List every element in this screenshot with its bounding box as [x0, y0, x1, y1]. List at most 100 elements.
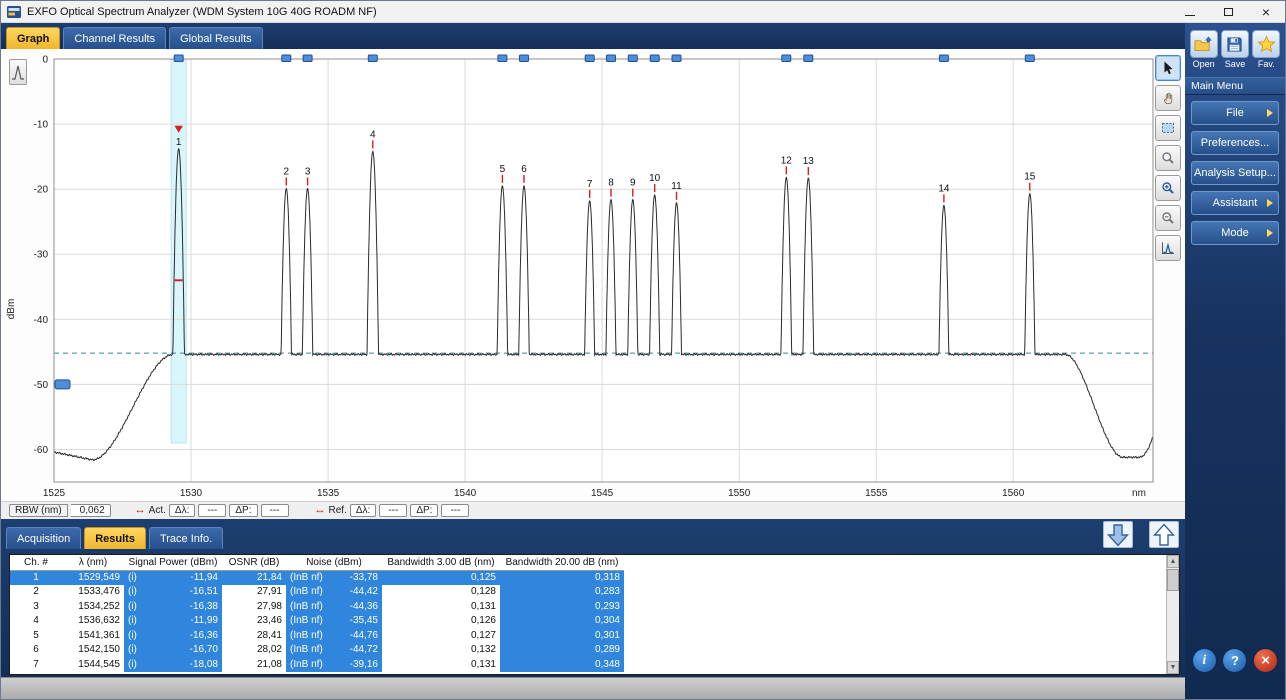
level-marker-icon[interactable] — [54, 379, 71, 390]
cell-osnr-db: 28,41 — [256, 629, 282, 641]
pan-tool-button[interactable] — [1155, 85, 1181, 111]
table-row-5[interactable]: 5 1541,361 (i) -16,36 28,41 (InB nf) -44,76 0,1… — [10, 628, 624, 643]
menu-item-label: Analysis Setup... — [1194, 167, 1276, 179]
window-controls: × — [1171, 1, 1285, 23]
zoom-window-tool-button[interactable] — [1155, 145, 1181, 171]
cursor-tool-button[interactable] — [1155, 55, 1181, 81]
channel-marker-icon[interactable] — [671, 54, 682, 62]
zoom-area-tool-button[interactable] — [1155, 115, 1181, 141]
channel-marker-icon[interactable] — [803, 54, 814, 62]
col-header-ch: Ch. # — [10, 555, 62, 571]
trace-preview-button[interactable] — [9, 59, 27, 85]
auto-scale-tool-button[interactable] — [1155, 235, 1181, 261]
channel-marker-icon[interactable] — [781, 54, 792, 62]
tab-global-results[interactable]: Global Results — [169, 27, 263, 49]
tab-trace-info[interactable]: Trace Info. — [148, 527, 224, 549]
peak-label: 12 — [781, 155, 793, 166]
cell-osnr-db: 27,98 — [256, 600, 282, 612]
table-row-7[interactable]: 7 1544,545 (i) -18,08 21,08 (InB nf) -39,16 0,1… — [10, 657, 624, 672]
channel-marker-icon[interactable] — [281, 54, 292, 62]
table-row-3[interactable]: 3 1534,252 (i) -16,38 27,98 (InB nf) -44,36 0,1… — [10, 599, 624, 614]
peak-label: 7 — [587, 179, 593, 190]
act-delta-p-label: ΔP: — [229, 504, 258, 517]
scroll-down-button[interactable]: ▼ — [1167, 661, 1179, 674]
menu-item-assistant[interactable]: Assistant — [1191, 191, 1279, 215]
peak-label: 6 — [521, 164, 527, 175]
scroll-up-button[interactable]: ▲ — [1167, 555, 1179, 568]
minimize-button[interactable] — [1171, 1, 1209, 23]
cell-nm: 1542,150 — [78, 644, 120, 656]
menu-item-label: Assistant — [1212, 197, 1258, 209]
menu-item-analysis-setup[interactable]: Analysis Setup... — [1191, 161, 1279, 185]
rbw-value[interactable]: 0,062 — [70, 504, 111, 517]
zoom-out-tool-button[interactable] — [1155, 205, 1181, 231]
menu-item-label: File — [1226, 107, 1244, 119]
close-button[interactable]: × — [1247, 1, 1285, 23]
channel-marker-icon[interactable] — [302, 54, 313, 62]
col-header-bandwidth-3-00-db-nm: Bandwidth 3.00 dB (nm) — [382, 555, 500, 571]
cell-osnr-db: 23,46 — [256, 615, 282, 627]
channel-marker-icon[interactable] — [497, 54, 508, 62]
x-tick-label: 1525 — [43, 488, 66, 499]
menu-item-preferences[interactable]: Preferences... — [1191, 131, 1279, 155]
channel-marker-icon[interactable] — [519, 54, 529, 62]
table-row-4[interactable]: 4 1536,632 (i) -11,99 23,46 (InB nf) -35,45 0,1… — [10, 613, 624, 628]
quick-buttons: Open Save Fav. — [1185, 23, 1285, 72]
main-menu-header: Main Menu — [1185, 77, 1285, 95]
table-header-row: Ch. # λ (nm) Signal Power (dBm) OSNR (dB) No… — [10, 555, 624, 571]
save-tile[interactable] — [1220, 30, 1249, 58]
selected-peak-dash-icon — [174, 279, 183, 282]
channel-marker-icon[interactable] — [606, 54, 616, 62]
open-tile[interactable] — [1189, 30, 1218, 58]
exit-button[interactable]: × — [1253, 648, 1279, 673]
table-row-1[interactable]: 1 1529,549 (i) -11,94 21,84 (InB nf) -33,78 0,1… — [10, 570, 624, 585]
peak-label: 3 — [305, 167, 311, 178]
maximize-button[interactable] — [1209, 1, 1247, 23]
channel-marker-icon[interactable] — [938, 54, 949, 62]
cell-nm: 1529,549 — [62, 570, 124, 585]
expand-down-button[interactable] — [1103, 521, 1133, 548]
cell-ch: 6 — [33, 644, 39, 656]
channel-marker-icon[interactable] — [1024, 54, 1035, 62]
table-scrollbar[interactable]: ▲ ▼ — [1166, 555, 1179, 674]
expand-up-button[interactable] — [1149, 521, 1179, 548]
x-tick-label: 1560 — [1002, 488, 1025, 499]
menu-item-file[interactable]: File — [1191, 101, 1279, 125]
save-button[interactable]: Save — [1220, 30, 1249, 69]
open-button[interactable]: Open — [1189, 30, 1218, 69]
table-row-6[interactable]: 6 1542,150 (i) -16,70 28,02 (InB nf) -44,72 0,1… — [10, 642, 624, 657]
scrollbar-thumb[interactable] — [1167, 569, 1179, 591]
cell-bandwidth-20-00-db-nm: 0,318 — [500, 570, 624, 585]
cell-bandwidth-20-00-db-nm: 0,289 — [500, 642, 624, 657]
zoom-in-tool-button[interactable] — [1155, 175, 1181, 201]
hand-icon — [1163, 92, 1173, 104]
info-button[interactable]: i — [1191, 648, 1217, 673]
ref-arrows-icon: ↔ — [314, 504, 326, 516]
favorites-button[interactable]: Fav. — [1252, 30, 1281, 69]
favorites-tile[interactable] — [1252, 30, 1281, 58]
results-table[interactable]: Ch. # λ (nm) Signal Power (dBm) OSNR (dB) No… — [10, 555, 624, 672]
spectrum-chart[interactable]: 12 345 67 8 9 101112 1314151525 1530 1535 1540 154… — [1, 49, 1187, 501]
results-table-panel: Ch. # λ (nm) Signal Power (dBm) OSNR (dB) No… — [9, 554, 1180, 675]
plot-area[interactable] — [54, 59, 1153, 482]
app-icon — [7, 5, 21, 18]
channel-marker-icon[interactable] — [367, 54, 378, 62]
y-tick-label: -10 — [34, 120, 49, 131]
cell-osnr-db: 28,02 — [256, 644, 282, 656]
tab-channel-results[interactable]: Channel Results — [63, 27, 167, 49]
channel-marker-icon[interactable] — [584, 54, 595, 62]
tab-graph[interactable]: Graph — [6, 27, 61, 49]
menu-item-mode[interactable]: Mode — [1191, 221, 1279, 245]
channel-marker-icon[interactable] — [627, 54, 638, 62]
channel-marker-icon[interactable] — [649, 54, 660, 62]
tab-acquisition[interactable]: Acquisition — [6, 527, 82, 549]
table-row-2[interactable]: 2 1533,476 (i) -16,51 27,91 (InB nf) -44,42 0,1… — [10, 584, 624, 599]
col-header-osnr-db: OSNR (dB) — [222, 555, 286, 571]
tab-results[interactable]: Results — [84, 527, 146, 549]
cell-noise-dbm: (InB nf) -44,36 — [286, 599, 382, 614]
act-arrows-icon: ↔ — [134, 504, 146, 516]
channel-marker-icon[interactable] — [173, 54, 184, 62]
submenu-arrow-icon — [1267, 199, 1273, 207]
star-icon — [1257, 35, 1276, 52]
help-button[interactable]: ? — [1222, 648, 1248, 673]
